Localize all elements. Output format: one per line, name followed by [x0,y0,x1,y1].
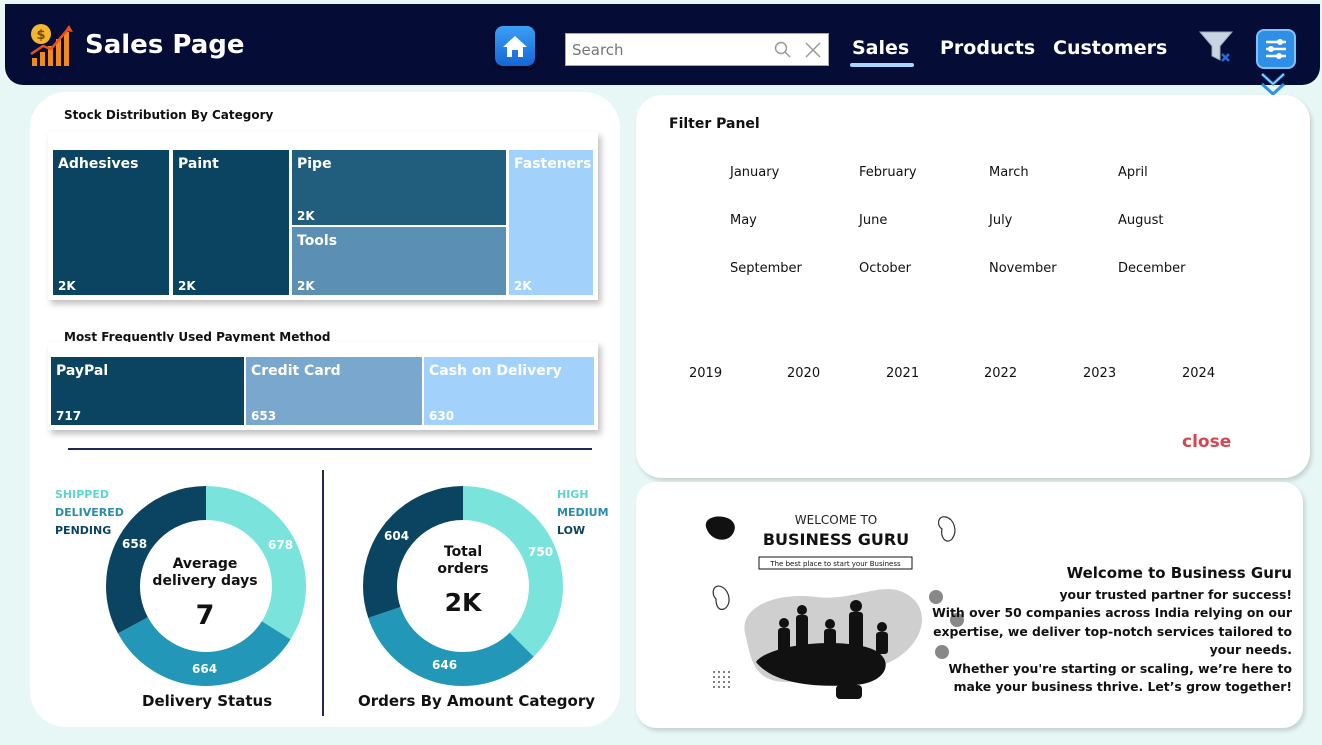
legend-shipped[interactable]: SHIPPED [55,488,109,501]
welcome-line: Whether you're starting or scaling, we’r… [948,660,1292,676]
month-july[interactable]: July [989,213,1012,228]
year-2024[interactable]: 2024 [1182,366,1215,381]
active-nav-indicator [850,63,914,67]
page-title: Sales Page [85,30,245,60]
month-december[interactable]: December [1118,261,1185,276]
treemap-tile-tools[interactable]: Tools 2K [292,227,506,295]
total-orders-label: Total orders [437,544,489,577]
treemap-tile-credit-card[interactable]: Credit Card 653 [246,357,422,425]
welcome-line: your trusted partner for success! [1059,587,1292,602]
nav-products[interactable]: Products [940,37,1035,59]
welcome-line: make your business thrive. Let’s grow to… [953,679,1292,695]
top-navigation-bar: $ Sales Page Sales Products Customers [5,4,1320,85]
filter-panel-title: Filter Panel [669,116,760,132]
year-2020[interactable]: 2020 [787,366,820,381]
orders-by-amount-donut-chart [363,486,563,686]
nav-sales[interactable]: Sales [852,37,909,59]
donut-label-delivered: 664 [192,662,218,676]
donut-divider [322,470,324,716]
search-icon[interactable] [774,41,792,59]
sliders-icon [1266,39,1286,59]
year-2022[interactable]: 2022 [984,366,1017,381]
treemap-tile-paypal[interactable]: PayPal 717 [51,357,244,425]
home-button[interactable] [495,26,535,66]
welcome-panel: WELCOME TO BUSINESS GURU The best place … [636,482,1303,728]
stock-distribution-treemap: Adhesives 2K Paint 2K Pipe 2K Tools 2K F… [48,132,598,300]
delivery-center-label: Average delivery days [152,556,258,589]
welcome-art-small-heading: WELCOME TO [795,513,877,527]
filter-panel-toggle-button[interactable] [1256,29,1296,69]
treemap-tile-paint[interactable]: Paint 2K [173,150,289,295]
month-november[interactable]: November [989,261,1057,276]
month-september[interactable]: September [730,261,802,276]
donut-label-medium: 646 [432,658,458,672]
close-icon[interactable] [804,41,822,59]
welcome-line: expertise, we deliver top-notch services… [933,623,1292,639]
filter-panel: Filter Panel January February March Apri… [636,95,1310,478]
legend-medium[interactable]: MEDIUM [557,506,609,519]
total-orders-value: 2K [444,588,482,617]
welcome-line: With over 50 companies across India rely… [932,605,1292,621]
home-icon [503,36,527,57]
welcome-message: Welcome to Business Guru your trusted pa… [932,564,1292,696]
nav-customers[interactable]: Customers [1053,37,1167,59]
treemap-tile-adhesives[interactable]: Adhesives 2K [53,150,169,295]
clear-filter-icon[interactable] [1198,28,1236,66]
month-march[interactable]: March [989,165,1029,180]
stock-distribution-title: Stock Distribution By Category [64,108,274,122]
month-february[interactable]: February [859,165,917,180]
welcome-art-big-heading: BUSINESS GURU [763,530,909,549]
legend-pending[interactable]: PENDING [55,524,111,537]
month-june[interactable]: June [859,213,887,228]
svg-text:$: $ [36,28,45,43]
welcome-line: your needs. [1209,642,1292,658]
month-may[interactable]: May [730,213,757,228]
month-august[interactable]: August [1118,213,1164,228]
search-input[interactable] [566,34,766,65]
donut-label-pending: 658 [122,537,148,551]
close-filter-panel-button[interactable]: close [1182,432,1231,452]
welcome-title: Welcome to Business Guru [1066,564,1292,582]
delivery-status-caption: Delivery Status [142,692,273,710]
treemap-tile-fasteners[interactable]: Fasteners 2K [509,150,593,295]
welcome-art-tagline: The best place to start your Business [769,560,901,568]
section-divider [68,448,592,450]
search-box [565,33,829,66]
donut-label-shipped: 678 [268,538,294,552]
orders-by-amount-caption: Orders By Amount Category [358,692,596,710]
treemap-tile-cash-on-delivery[interactable]: Cash on Delivery 630 [424,357,594,425]
month-april[interactable]: April [1118,165,1148,180]
sales-growth-logo-icon: $ [30,24,73,66]
month-october[interactable]: October [859,261,911,276]
payment-method-treemap: PayPal 717 Credit Card 653 Cash on Deliv… [48,342,598,430]
donut-label-high: 750 [528,545,554,559]
orders-by-amount-donut [362,485,564,687]
donut-label-low: 604 [384,529,410,543]
year-2019[interactable]: 2019 [689,366,722,381]
average-delivery-days-value: 7 [195,600,215,631]
treemap-tile-pipe[interactable]: Pipe 2K [292,150,506,225]
month-january[interactable]: January [730,165,779,180]
year-2021[interactable]: 2021 [886,366,919,381]
year-2023[interactable]: 2023 [1083,366,1116,381]
